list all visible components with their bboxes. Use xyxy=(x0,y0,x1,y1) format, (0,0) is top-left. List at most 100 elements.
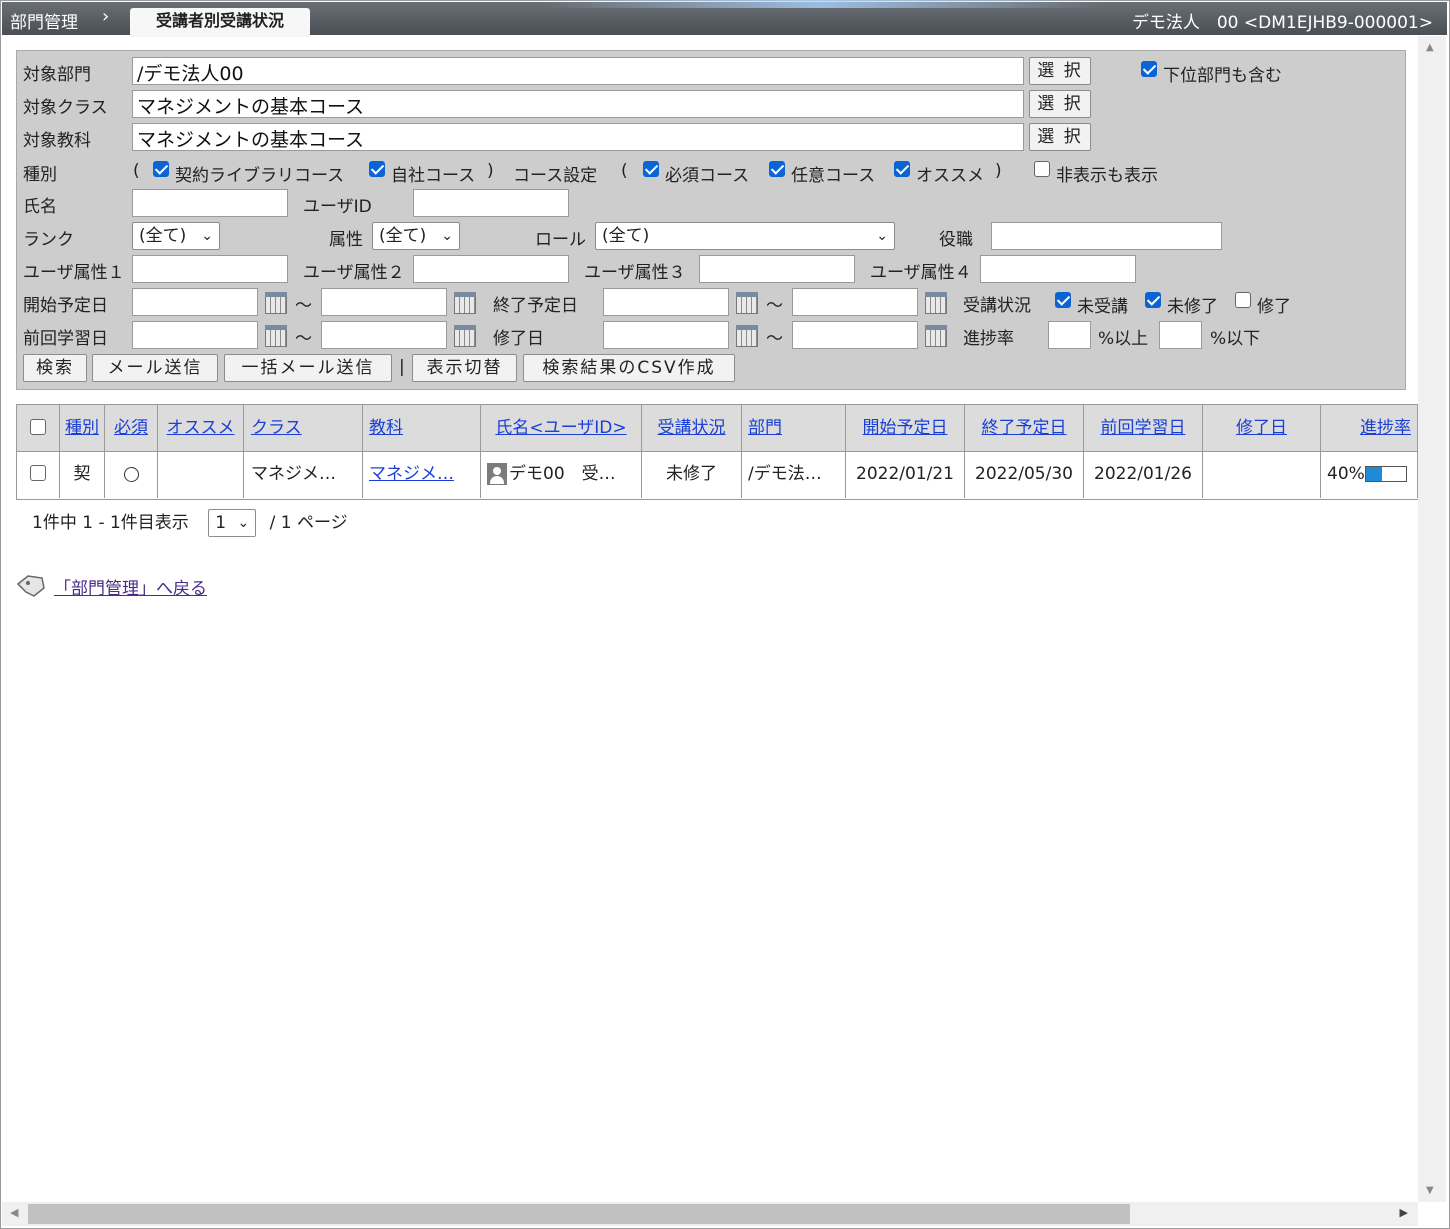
header-last-study[interactable]: 前回学習日 xyxy=(1084,405,1203,452)
search-button[interactable]: 検索 xyxy=(23,354,87,382)
row-progress: 40% xyxy=(1321,452,1418,498)
completion-date-from-input[interactable] xyxy=(603,321,729,349)
calendar-icon[interactable] xyxy=(736,292,758,314)
calendar-icon[interactable] xyxy=(265,292,287,314)
completion-date-to-input[interactable] xyxy=(792,321,918,349)
user-attr2-input[interactable] xyxy=(413,255,569,283)
header-completion-date[interactable]: 修了日 xyxy=(1203,405,1321,452)
header-name[interactable]: 氏名<ユーザID> xyxy=(481,405,642,452)
calendar-icon[interactable] xyxy=(925,325,947,347)
show-hidden-checkbox[interactable] xyxy=(1034,161,1050,177)
userid-input[interactable] xyxy=(413,189,569,217)
not-started-checkbox[interactable] xyxy=(1055,292,1071,308)
recommended-checkbox[interactable] xyxy=(894,161,910,177)
name-input[interactable] xyxy=(132,189,288,217)
role-select[interactable]: (全て) ⌄ xyxy=(595,222,895,250)
select-all-checkbox[interactable] xyxy=(30,419,46,435)
row-subject-link[interactable]: マネジメ… xyxy=(369,464,454,484)
header-start-date[interactable]: 開始予定日 xyxy=(846,405,965,452)
header-status-link[interactable]: 受講状況 xyxy=(658,418,726,438)
optional-checkbox[interactable] xyxy=(769,161,785,177)
end-date-from-input[interactable] xyxy=(603,288,729,316)
header-type[interactable]: 種別 xyxy=(60,405,105,452)
vertical-scrollbar[interactable]: ▲ ▼ xyxy=(1418,36,1446,1202)
not-completed-checkbox[interactable] xyxy=(1145,292,1161,308)
row-subject: マネジメ… xyxy=(363,452,481,498)
header-start-date-link[interactable]: 開始予定日 xyxy=(863,418,948,438)
header-recommended-link[interactable]: オススメ xyxy=(167,418,235,438)
tab-active[interactable]: 受講者別受講状況 xyxy=(130,8,310,37)
calendar-icon[interactable] xyxy=(736,325,758,347)
page-select[interactable]: 1 ⌄ xyxy=(208,509,257,537)
header-status[interactable]: 受講状況 xyxy=(642,405,742,452)
attribute-select[interactable]: (全て) ⌄ xyxy=(372,222,460,250)
page-select-value: 1 xyxy=(215,513,227,533)
start-date-to-input[interactable] xyxy=(321,288,447,316)
start-date-from-input[interactable] xyxy=(132,288,258,316)
header-department[interactable]: 部門 xyxy=(742,405,846,452)
required-checkbox[interactable] xyxy=(643,161,659,177)
calendar-icon[interactable] xyxy=(265,325,287,347)
csv-button[interactable]: 検索結果のCSV作成 xyxy=(523,354,735,382)
toggle-view-button[interactable]: 表示切替 xyxy=(412,354,517,382)
breadcrumb-department[interactable]: 部門管理 xyxy=(10,8,78,33)
end-date-to-input[interactable] xyxy=(792,288,918,316)
scroll-down-icon[interactable]: ▼ xyxy=(1426,1185,1434,1196)
user-info: デモ法人 00 <DM1EJHB9-000001> xyxy=(1131,13,1433,33)
scroll-left-icon[interactable]: ◀ xyxy=(10,1206,18,1219)
position-input[interactable] xyxy=(991,222,1222,250)
row-checkbox[interactable] xyxy=(30,465,46,481)
header-class-link[interactable]: クラス xyxy=(251,418,302,438)
last-study-from-input[interactable] xyxy=(132,321,258,349)
bulk-mail-button[interactable]: 一括メール送信 xyxy=(224,354,392,382)
header-progress-link[interactable]: 進捗率 xyxy=(1360,418,1411,438)
class-select-button[interactable]: 選 択 xyxy=(1029,90,1091,118)
progress-bar xyxy=(1364,466,1407,482)
optional-label: 任意コース xyxy=(791,166,876,186)
calendar-icon[interactable] xyxy=(454,292,476,314)
header-required-link[interactable]: 必須 xyxy=(114,418,148,438)
user-attr1-input[interactable] xyxy=(132,255,288,283)
header-subject[interactable]: 教科 xyxy=(363,405,481,452)
progress-max-input[interactable] xyxy=(1159,321,1202,349)
header-subject-link[interactable]: 教科 xyxy=(369,418,403,438)
last-study-to-input[interactable] xyxy=(321,321,447,349)
user-attr3-input[interactable] xyxy=(699,255,855,283)
include-sub-checkbox[interactable] xyxy=(1141,61,1157,77)
rank-select[interactable]: (全て) ⌄ xyxy=(132,222,220,250)
header-required[interactable]: 必須 xyxy=(105,405,158,452)
own-course-checkbox[interactable] xyxy=(369,161,385,177)
horizontal-scrollbar[interactable]: ◀ ▶ xyxy=(2,1202,1418,1226)
include-sub-label: 下位部門も含む xyxy=(1163,66,1282,86)
subject-select-button[interactable]: 選 択 xyxy=(1029,123,1091,151)
header-type-link[interactable]: 種別 xyxy=(65,418,99,438)
header-progress[interactable]: 進捗率 xyxy=(1321,405,1418,452)
send-mail-button[interactable]: メール送信 xyxy=(92,354,218,382)
class-input[interactable]: マネジメントの基本コース xyxy=(132,90,1024,118)
calendar-icon[interactable] xyxy=(454,325,476,347)
results-table: 種別 必須 オススメ クラス 教科 氏名<ユーザID> 受講状況 部門 開始予定… xyxy=(16,404,1419,500)
contract-library-checkbox[interactable] xyxy=(153,161,169,177)
progress-min-input[interactable] xyxy=(1048,321,1091,349)
subject-input[interactable]: マネジメントの基本コース xyxy=(132,123,1024,151)
completed-checkbox[interactable] xyxy=(1235,292,1251,308)
back-to-department-link[interactable]: 「部門管理」へ戻る xyxy=(54,574,207,599)
scroll-up-icon[interactable]: ▲ xyxy=(1426,42,1434,53)
header-class[interactable]: クラス xyxy=(244,405,363,452)
header-last-study-link[interactable]: 前回学習日 xyxy=(1101,418,1186,438)
header-end-date-link[interactable]: 終了予定日 xyxy=(982,418,1067,438)
class-label: 対象クラス xyxy=(23,98,108,118)
header-recommended[interactable]: オススメ xyxy=(158,405,244,452)
row-status: 未修了 xyxy=(642,452,742,498)
header-name-link[interactable]: 氏名<ユーザID> xyxy=(495,418,626,438)
row-completion-date xyxy=(1203,452,1321,498)
header-end-date[interactable]: 終了予定日 xyxy=(965,405,1084,452)
header-completion-date-link[interactable]: 修了日 xyxy=(1236,418,1287,438)
department-input[interactable]: /デモ法人00 xyxy=(132,57,1024,85)
calendar-icon[interactable] xyxy=(925,292,947,314)
user-attr4-input[interactable] xyxy=(980,255,1136,283)
header-department-link[interactable]: 部門 xyxy=(748,418,782,438)
scroll-right-icon[interactable]: ▶ xyxy=(1400,1206,1408,1219)
horizontal-scroll-thumb[interactable] xyxy=(28,1204,1130,1224)
department-select-button[interactable]: 選 択 xyxy=(1029,57,1091,85)
